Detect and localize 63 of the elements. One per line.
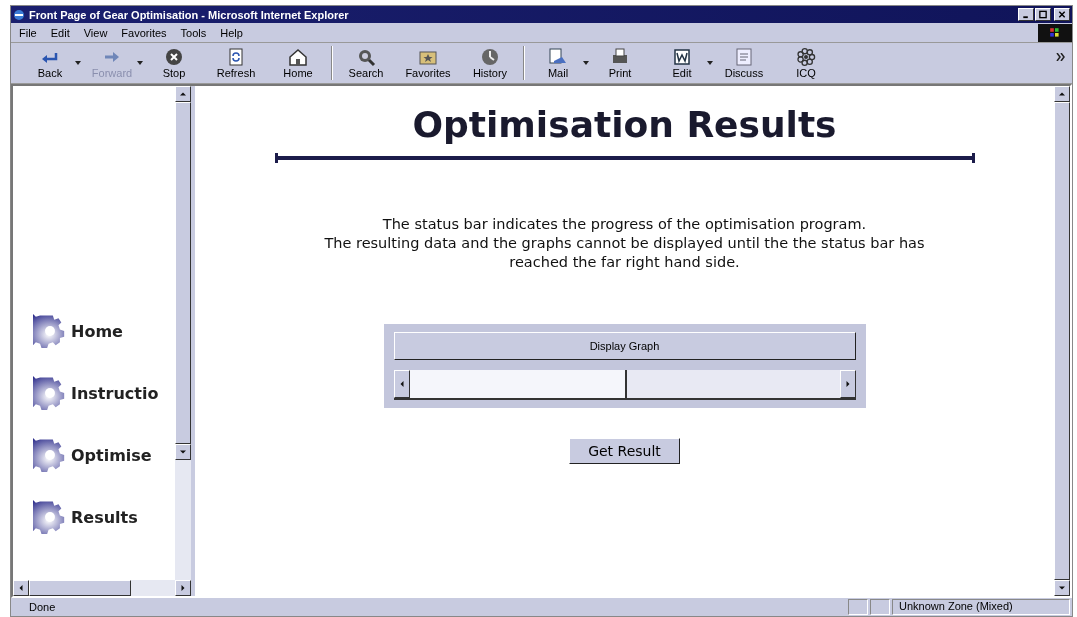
toolbar-button[interactable]: Refresh	[207, 47, 265, 79]
toolbar-button[interactable]: Home	[269, 47, 327, 79]
scroll-up-icon[interactable]	[180, 91, 186, 97]
throbber-logo	[1038, 23, 1072, 42]
toolbar-button[interactable]: Favorites	[399, 47, 457, 79]
stop-icon	[164, 47, 184, 67]
scroll-down-icon[interactable]	[1059, 585, 1065, 591]
maximize-button[interactable]	[1035, 8, 1051, 21]
menu-item[interactable]: Edit	[50, 26, 70, 39]
scroll-right-icon[interactable]	[180, 585, 186, 591]
menu-item[interactable]: View	[83, 26, 108, 39]
search-icon	[356, 47, 376, 67]
sidebar-link[interactable]: Results	[33, 500, 175, 534]
gear-icon	[33, 314, 67, 348]
vertical-scrollbar[interactable]	[175, 86, 191, 580]
scroll-up-icon[interactable]	[1059, 91, 1065, 97]
caret-icon[interactable]	[75, 61, 81, 65]
get-result-button[interactable]: Get Result	[569, 438, 680, 464]
menu-item[interactable]: Favorites	[121, 26, 167, 39]
close-icon	[1056, 10, 1068, 19]
sidebar-link[interactable]: Home	[33, 314, 175, 348]
toolbar-button[interactable]: Discuss	[715, 47, 773, 79]
gear-icon	[33, 376, 67, 410]
sidebar-link[interactable]: Optimise	[33, 438, 175, 472]
instructions-text: The status bar indicates the progress of the optimisation program. The resulting data and the graphs cannot be displayed until the the status bar has reached the far right hand side.	[324, 215, 925, 272]
status-text: Done	[28, 601, 57, 613]
gear-icon	[33, 500, 67, 534]
document-icon	[734, 47, 754, 67]
window-title: Front Page of Gear Optimisation - Microsoft Internet Explorer	[29, 8, 349, 21]
maximize-icon	[1037, 10, 1049, 19]
clock-icon	[480, 47, 500, 67]
caret-icon[interactable]	[583, 61, 589, 65]
toolbar-button[interactable]: Back	[21, 47, 79, 79]
word-document-icon	[672, 47, 692, 67]
horizontal-scrollbar[interactable]	[13, 580, 191, 596]
right-arrow-icon	[844, 381, 851, 387]
toolbar-button[interactable]: Edit	[653, 47, 711, 79]
menu-item[interactable]: File	[19, 26, 37, 39]
caret-icon[interactable]	[707, 61, 713, 65]
scroll-down-icon[interactable]	[180, 449, 186, 455]
flower-icon	[796, 47, 816, 67]
page-heading: Optimisation Results	[412, 104, 837, 145]
house-icon	[288, 47, 308, 67]
vertical-scrollbar[interactable]	[1054, 86, 1070, 596]
display-graph-button[interactable]: Display Graph	[393, 332, 856, 360]
menu-item[interactable]: Help	[220, 26, 243, 39]
toolbar-button[interactable]: Print	[591, 47, 649, 79]
refresh-icon	[226, 47, 246, 67]
gear-icon	[33, 438, 67, 472]
menu-item[interactable]: Tools	[180, 26, 207, 39]
toolbar-button[interactable]: Mail	[529, 47, 587, 79]
scroll-left-icon[interactable]	[18, 585, 24, 591]
sidebar-link[interactable]: Instructio	[33, 376, 175, 410]
security-zone: Unknown Zone (Mixed)	[892, 599, 1070, 615]
close-button[interactable]	[1054, 8, 1070, 21]
minimize-button[interactable]	[1018, 8, 1034, 21]
browser-icon	[13, 8, 25, 21]
toolbar-button[interactable]: History	[461, 47, 519, 79]
toolbar-button[interactable]: Stop	[145, 47, 203, 79]
toolbar-button[interactable]: Search	[337, 47, 395, 79]
left-arrow-icon	[398, 381, 405, 387]
toolbar-button[interactable]: ICQ	[777, 47, 835, 79]
mail-icon	[548, 47, 568, 67]
